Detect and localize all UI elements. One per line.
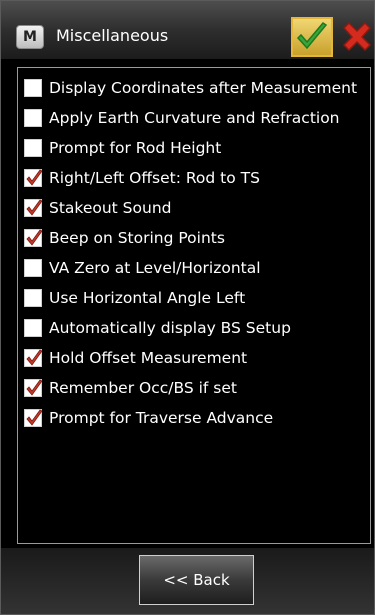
close-x-icon bbox=[342, 21, 372, 52]
option-row[interactable]: Remember Occ/BS if set bbox=[22, 376, 237, 400]
option-row[interactable]: Beep on Storing Points bbox=[22, 226, 225, 250]
option-label: Prompt for Traverse Advance bbox=[49, 409, 274, 427]
option-row[interactable]: Prompt for Traverse Advance bbox=[22, 406, 273, 430]
checkbox-checked[interactable] bbox=[24, 379, 43, 397]
checkmark-icon bbox=[26, 409, 43, 426]
checkbox-unchecked[interactable] bbox=[24, 109, 42, 127]
option-row[interactable]: VA Zero at Level/Horizontal bbox=[22, 256, 261, 280]
checkmark-icon bbox=[26, 229, 43, 246]
option-label: Stakeout Sound bbox=[49, 199, 172, 217]
option-label: Automatically display BS Setup bbox=[49, 319, 291, 337]
checkbox-checked[interactable] bbox=[24, 409, 43, 427]
option-row[interactable]: Use Horizontal Angle Left bbox=[22, 286, 245, 310]
option-row[interactable]: Display Coordinates after Measurement bbox=[22, 76, 357, 100]
checkbox-unchecked[interactable] bbox=[24, 289, 42, 307]
option-row[interactable]: Hold Offset Measurement bbox=[22, 346, 247, 370]
checkbox-checked[interactable] bbox=[24, 349, 43, 367]
option-label: Display Coordinates after Measurement bbox=[49, 79, 358, 97]
option-label: Right/Left Offset: Rod to TS bbox=[49, 169, 260, 187]
checkbox-unchecked[interactable] bbox=[24, 319, 42, 337]
option-label: Beep on Storing Points bbox=[49, 229, 225, 247]
checkbox-unchecked[interactable] bbox=[24, 79, 42, 97]
title-bar: M Miscellaneous bbox=[1, 1, 374, 59]
options-list: Display Coordinates after Measurement App… bbox=[17, 67, 371, 544]
option-label: Remember Occ/BS if set bbox=[49, 379, 237, 397]
cancel-button[interactable] bbox=[337, 17, 375, 57]
checkmark-icon bbox=[296, 22, 328, 50]
checkbox-unchecked[interactable] bbox=[24, 139, 42, 157]
checkmark-icon bbox=[26, 349, 43, 366]
checkbox-checked[interactable] bbox=[24, 169, 43, 187]
checkmark-icon bbox=[26, 169, 43, 186]
option-label: Apply Earth Curvature and Refraction bbox=[49, 109, 340, 127]
back-button[interactable]: << Back bbox=[139, 555, 254, 605]
option-row[interactable]: Stakeout Sound bbox=[22, 196, 172, 220]
ok-button[interactable] bbox=[291, 17, 333, 57]
option-row[interactable]: Prompt for Rod Height bbox=[22, 136, 221, 160]
option-row[interactable]: Automatically display BS Setup bbox=[22, 316, 291, 340]
checkbox-checked[interactable] bbox=[24, 199, 43, 217]
checkbox-checked[interactable] bbox=[24, 229, 43, 247]
option-label: Prompt for Rod Height bbox=[49, 139, 222, 157]
option-label: Hold Offset Measurement bbox=[49, 349, 248, 367]
app-icon: M bbox=[16, 25, 44, 49]
miscellaneous-dialog: M Miscellaneous Display Coordinates afte… bbox=[0, 0, 375, 615]
option-row[interactable]: Apply Earth Curvature and Refraction bbox=[22, 106, 340, 130]
option-label: Use Horizontal Angle Left bbox=[49, 289, 246, 307]
checkbox-unchecked[interactable] bbox=[24, 259, 42, 277]
window-title: Miscellaneous bbox=[56, 26, 169, 45]
checkmark-icon bbox=[26, 199, 43, 216]
option-label: VA Zero at Level/Horizontal bbox=[49, 259, 261, 277]
option-row[interactable]: Right/Left Offset: Rod to TS bbox=[22, 166, 260, 190]
checkmark-icon bbox=[26, 379, 43, 396]
